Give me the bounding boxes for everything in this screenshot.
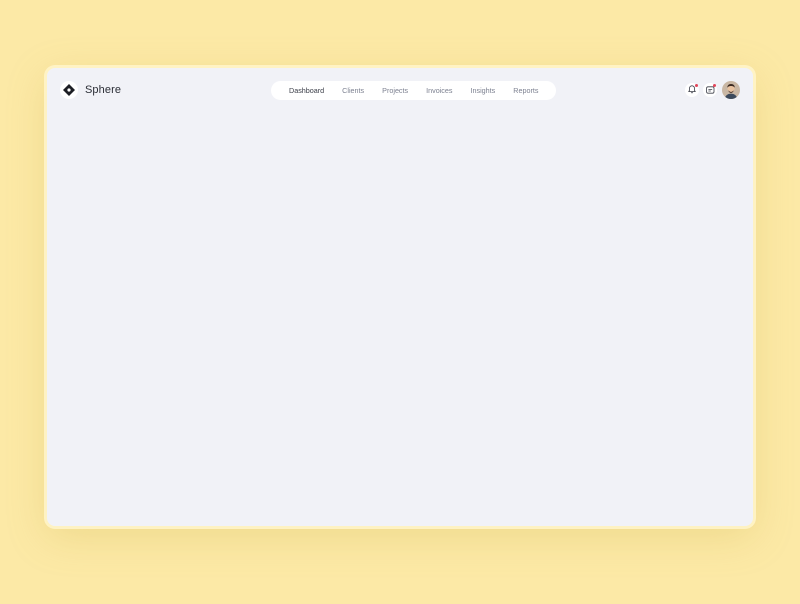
nav-item-clients[interactable]: Clients — [333, 86, 373, 95]
sphere-logo-icon — [60, 81, 78, 99]
main-content — [47, 114, 753, 526]
brand[interactable]: Sphere — [60, 81, 121, 99]
app-name: Sphere — [85, 84, 122, 96]
nav-item-dashboard[interactable]: Dashboard — [280, 86, 333, 95]
message-dot — [713, 84, 716, 87]
top-bar: Sphere Dashboard Clients Projects Invoic… — [47, 68, 753, 114]
header-actions — [685, 81, 740, 99]
nav-item-insights[interactable]: Insights — [462, 86, 505, 95]
messages-button[interactable] — [703, 83, 717, 97]
main-nav: Dashboard Clients Projects Invoices Insi… — [271, 81, 557, 100]
nav-item-projects[interactable]: Projects — [373, 86, 417, 95]
notifications-button[interactable] — [685, 83, 699, 97]
nav-item-reports[interactable]: Reports — [504, 86, 547, 95]
nav-item-invoices[interactable]: Invoices — [417, 86, 461, 95]
avatar[interactable] — [722, 81, 740, 99]
notification-dot — [695, 84, 698, 87]
app-window: Sphere Dashboard Clients Projects Invoic… — [47, 68, 753, 526]
